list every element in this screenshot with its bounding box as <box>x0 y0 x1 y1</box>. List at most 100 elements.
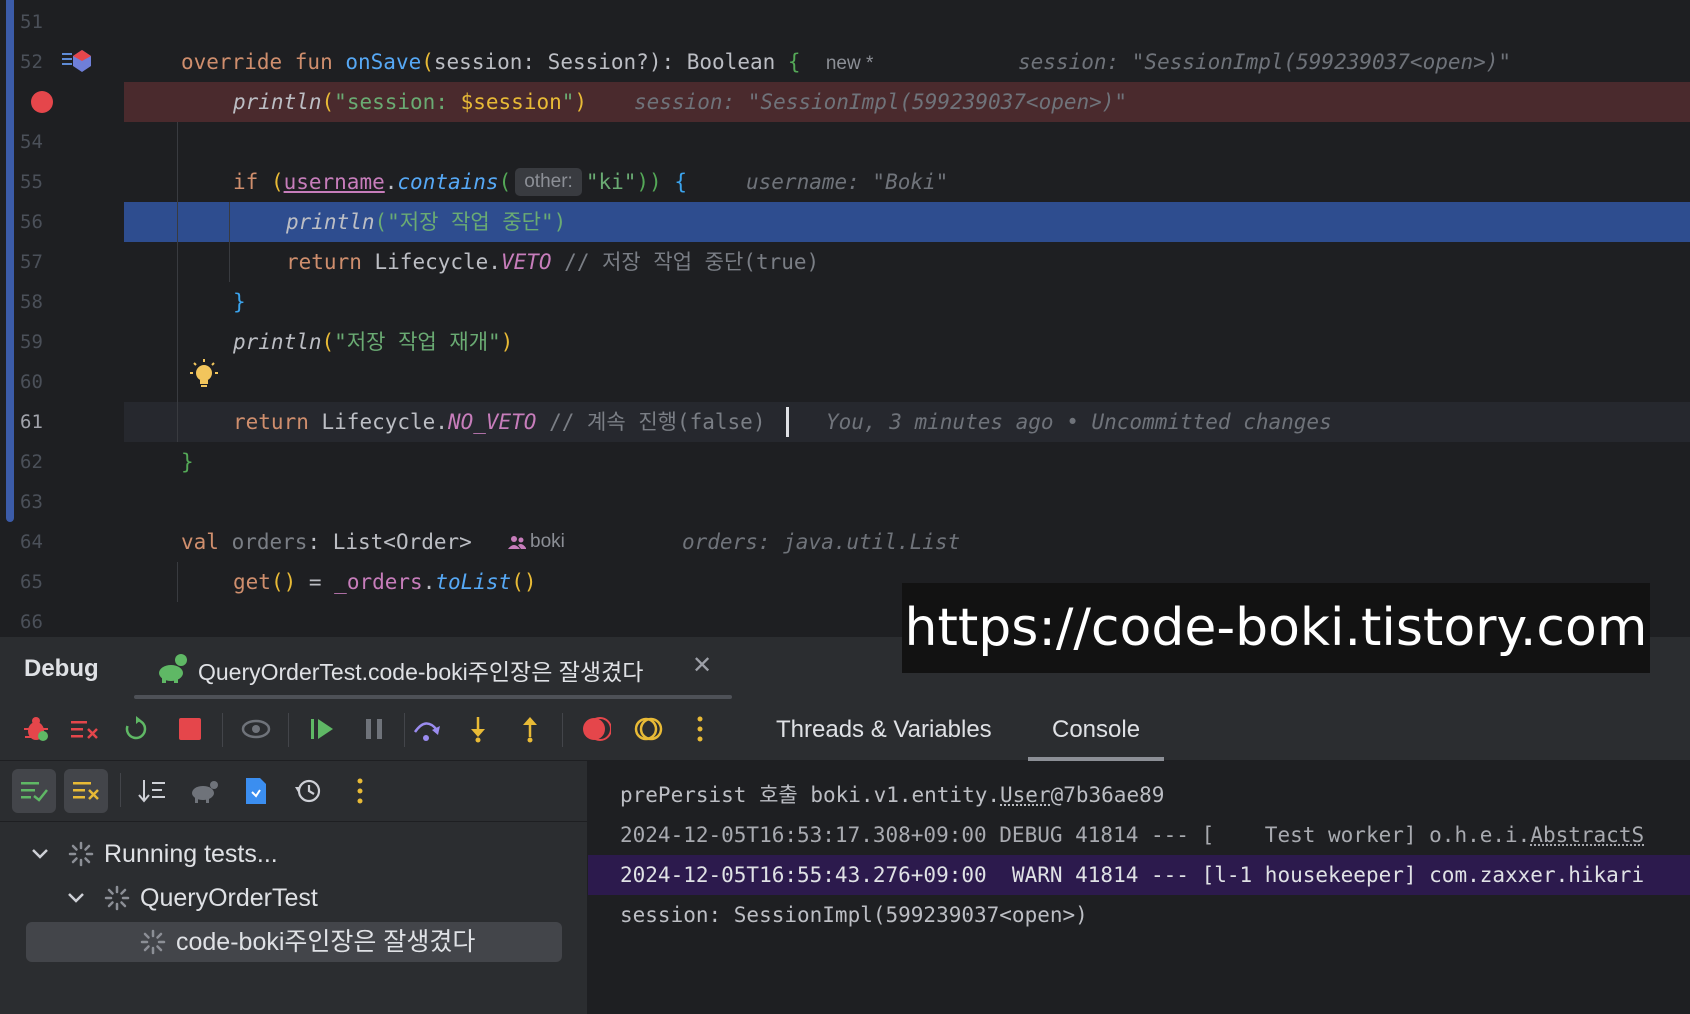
spinner-icon <box>68 841 94 867</box>
sort-button[interactable] <box>130 769 174 813</box>
code-token: )) <box>636 170 661 194</box>
lightbulb-icon[interactable] <box>187 358 221 392</box>
step-out-button[interactable] <box>510 709 550 749</box>
console-line: prePersist 호출 boki.v1.entity.User@7b36ae… <box>620 775 1164 815</box>
console-link[interactable]: AbstractS <box>1530 823 1644 847</box>
code-line-52[interactable]: override fun onSave(session: Session?): … <box>181 42 873 82</box>
debug-title: Debug <box>24 655 99 683</box>
code-line-64[interactable]: val orders: List<Order> <box>181 522 472 562</box>
git-blame-hint[interactable]: You, 3 minutes ago • Uncommitted changes <box>826 402 1332 442</box>
code-token: ("저장 작업 중단") <box>375 210 567 234</box>
code-line-58[interactable]: } <box>233 282 246 322</box>
console-link[interactable]: User <box>1000 783 1051 807</box>
sort-icon <box>137 778 167 804</box>
code-line-62[interactable]: } <box>181 442 194 482</box>
indent-guide <box>177 122 178 442</box>
test-history-button[interactable] <box>286 769 330 813</box>
tree-item-label: code-boki주인장은 잘생겼다 <box>176 922 475 962</box>
stop-icon <box>178 717 202 741</box>
vcs-change-marker[interactable] <box>6 0 14 522</box>
code-token: // 계속 진행(false) <box>536 410 765 434</box>
code-token: println <box>233 90 322 114</box>
tree-item-test-method[interactable]: code-boki주인장은 잘생겼다 <box>26 922 562 962</box>
rerun-debug-button[interactable] <box>16 709 56 749</box>
chevron-down-icon[interactable] <box>30 834 50 874</box>
code-token: ( <box>499 170 512 194</box>
line-number: 52 <box>20 42 64 82</box>
more-options-button[interactable] <box>338 769 382 813</box>
tab-console[interactable]: Console <box>1028 699 1164 761</box>
code-line-55[interactable]: if (username.contains(other: "ki")) { <box>233 162 687 202</box>
spinner-icon <box>140 929 166 955</box>
parameter-hint: other: <box>515 168 582 196</box>
console-output[interactable]: prePersist 호출 boki.v1.entity.User@7b36ae… <box>588 761 1690 1014</box>
code-line-65[interactable]: get() = _orders.toList() <box>233 562 537 602</box>
more-options-button[interactable] <box>680 709 720 749</box>
pause-button[interactable] <box>354 709 394 749</box>
rerun-button[interactable] <box>116 709 156 749</box>
code-token: onSave <box>345 50 421 74</box>
show-passed-button[interactable] <box>12 769 56 813</box>
override-method-icon[interactable] <box>62 50 92 72</box>
code-token: ( <box>271 170 284 194</box>
step-over-button[interactable] <box>406 709 446 749</box>
clear-breakpoints-button[interactable] <box>64 709 104 749</box>
indent-guide <box>177 562 178 602</box>
author-hint[interactable]: new * <box>826 53 874 74</box>
more-vertical-icon <box>696 716 704 742</box>
line-number: 51 <box>20 2 64 42</box>
code-token: contains <box>397 170 498 194</box>
import-tests-button[interactable] <box>182 769 226 813</box>
code-token: Lifecycle. <box>375 250 501 274</box>
show-ignored-button[interactable] <box>64 769 108 813</box>
code-line-57[interactable]: return Lifecycle.VETO // 저장 작업 중단(true) <box>286 242 819 282</box>
step-out-icon <box>518 715 542 743</box>
history-icon <box>294 777 322 805</box>
breakpoint-icon[interactable] <box>31 91 53 113</box>
code-token: orders <box>232 530 308 554</box>
line-number: 58 <box>20 282 64 322</box>
code-token: ( <box>322 330 335 354</box>
show-ignored-icon <box>71 779 101 803</box>
code-token: return <box>233 410 322 434</box>
view-breakpoints-button[interactable] <box>236 709 276 749</box>
console-text: prePersist 호출 boki.v1.entity. <box>620 783 1000 807</box>
view-breakpoints-list-button[interactable] <box>576 709 616 749</box>
line-number: 55 <box>20 162 64 202</box>
line-number: 65 <box>20 562 64 602</box>
debug-value-hint: session: "SessionImpl(599239037<open>)" <box>634 82 1127 122</box>
code-token: NO_VETO <box>448 410 537 434</box>
stop-button[interactable] <box>170 709 210 749</box>
code-token: ) <box>501 330 514 354</box>
close-icon[interactable]: ✕ <box>692 651 712 680</box>
code-line-59[interactable]: println("저장 작업 재개") <box>233 322 513 362</box>
code-line-61[interactable]: return Lifecycle.NO_VETO // 계속 진행(false) <box>233 402 765 442</box>
mute-breakpoints-button[interactable] <box>628 709 668 749</box>
test-runner-toolbar <box>0 761 588 821</box>
pause-icon <box>363 717 385 741</box>
more-vertical-icon <box>356 778 364 804</box>
toolbar-separator <box>120 773 121 807</box>
debug-session-tab[interactable]: QueryOrderTest.code-boki주인장은 잘생겼다 ✕ <box>134 637 732 699</box>
debug-value-hint: username: "Boki" <box>746 162 948 202</box>
console-line-warn: 2024-12-05T16:55:43.276+09:00 WARN 41814… <box>588 855 1690 895</box>
code-line-53[interactable]: println("session: $session") <box>233 82 587 122</box>
code-token: () <box>511 570 536 594</box>
author-hint[interactable]: boki <box>530 522 565 562</box>
code-token: " <box>562 90 575 114</box>
tab-threads-variables[interactable]: Threads & Variables <box>752 699 1016 761</box>
chevron-down-icon[interactable] <box>66 878 86 918</box>
code-token: Lifecycle. <box>322 410 448 434</box>
code-token: () <box>271 570 296 594</box>
show-passed-icon <box>19 779 49 803</box>
export-tests-button[interactable] <box>234 769 278 813</box>
code-token: $session <box>461 90 562 114</box>
line-number: 63 <box>20 482 64 522</box>
code-token: { <box>662 170 687 194</box>
code-token: { <box>788 50 801 74</box>
code-line-56[interactable]: println("저장 작업 중단") <box>286 202 566 242</box>
step-into-button[interactable] <box>458 709 498 749</box>
code-editor[interactable]: 51 52 54 55 56 57 58 59 60 61 62 63 64 6… <box>0 0 1690 636</box>
resume-button[interactable] <box>302 709 342 749</box>
code-token: "ki" <box>586 170 637 194</box>
